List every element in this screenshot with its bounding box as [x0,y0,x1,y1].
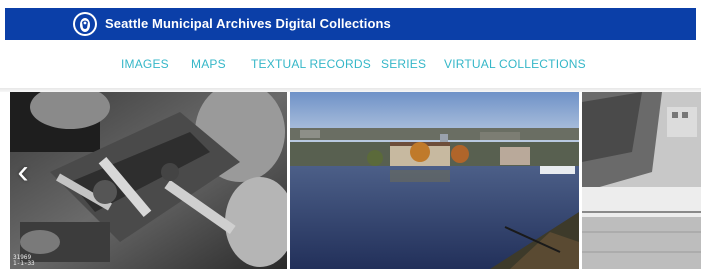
nav-item-series[interactable]: SERIES [381,57,426,71]
site-title[interactable]: Seattle Municipal Archives Digital Colle… [105,8,391,40]
photo-caption: 31969 1-1-33 [13,254,35,267]
carousel-slide-machinery[interactable]: 31969 1-1-33 [10,92,287,269]
site-header: Seattle Municipal Archives Digital Colle… [5,8,696,40]
seattle-city-seal-icon[interactable] [73,12,97,36]
carousel-prev-button[interactable]: ‹ [8,152,38,192]
nav-item-textual-records[interactable]: TEXTUAL RECORDS [251,57,371,71]
nav-item-images[interactable]: IMAGES [121,57,169,71]
nav-item-virtual-collections[interactable]: VIRTUAL COLLECTIONS [444,57,586,71]
main-nav: IMAGES MAPS TEXTUAL RECORDS SERIES VIRTU… [0,40,701,90]
carousel-slide-hillside[interactable] [582,92,701,269]
nav-item-maps[interactable]: MAPS [191,57,226,71]
carousel-slide-waterfront[interactable] [290,92,579,269]
chevron-left-icon: ‹ [17,153,29,191]
image-carousel[interactable]: 31969 1-1-33 ‹ [0,92,701,269]
